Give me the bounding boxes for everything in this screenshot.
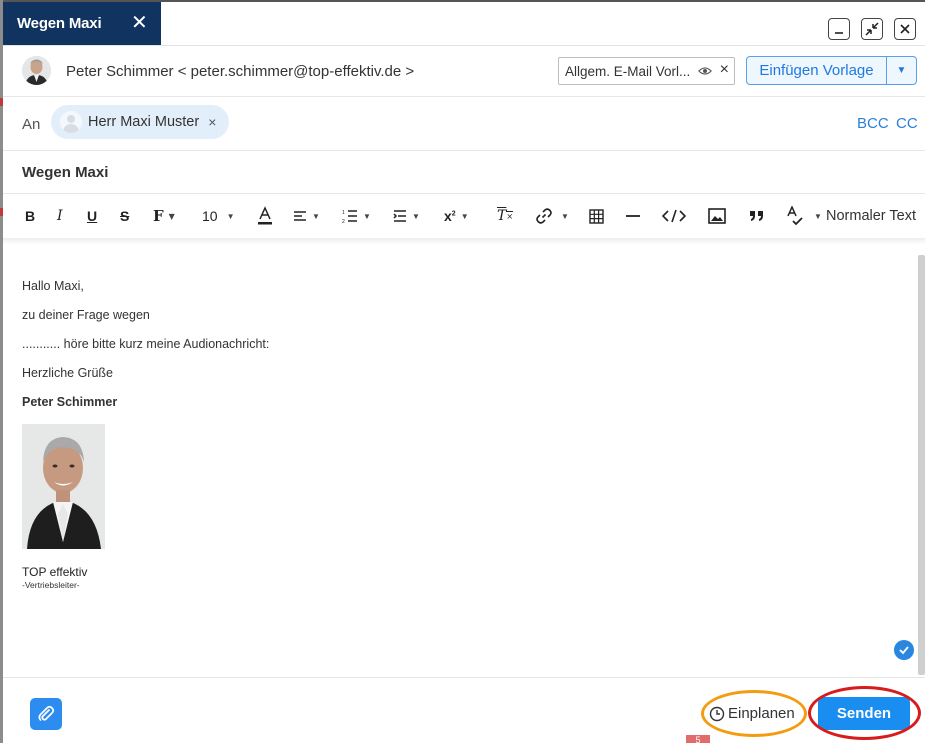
chevron-down-icon: ▼ — [814, 211, 822, 221]
signature-name[interactable]: Peter Schimmer — [22, 395, 117, 409]
tab-title: Wegen Maxi — [17, 15, 102, 32]
spellcheck-icon — [787, 206, 803, 226]
underline-icon[interactable]: U — [87, 206, 97, 226]
chevron-down-icon: ▼ — [412, 211, 420, 221]
preview-eye-icon[interactable] — [698, 64, 712, 78]
divider — [3, 45, 925, 46]
horizontal-rule-icon[interactable] — [625, 206, 641, 226]
paperclip-icon — [38, 705, 55, 721]
collapse-icon — [865, 22, 879, 36]
minimize-button[interactable] — [828, 18, 850, 40]
italic-icon[interactable]: I — [57, 206, 63, 226]
quote-icon[interactable] — [749, 206, 765, 226]
insert-template-button[interactable]: Einfügen Vorlage ▼ — [746, 56, 917, 85]
svg-text:1: 1 — [342, 210, 345, 216]
clear-template-icon[interactable]: × — [720, 61, 729, 79]
chevron-down-icon: ▼ — [168, 211, 175, 221]
background-app-marker — [0, 98, 3, 106]
chevron-down-icon: ▼ — [312, 211, 320, 221]
superscript-dropdown[interactable]: x2 ▼ — [444, 206, 469, 226]
scrollbar[interactable] — [918, 255, 925, 675]
toolbar-shadow — [3, 238, 925, 244]
superscript-icon: x2 — [444, 208, 456, 224]
link-icon — [536, 208, 552, 224]
editor-toolbar: B I U S F ▼ 10 ▼ ▼ 1 2 ▼ ▼ x2 ▼ T × ▼ ▼ Normal… — [3, 194, 925, 239]
font-family-dropdown[interactable]: F ▼ — [153, 206, 175, 226]
table-icon[interactable] — [589, 206, 604, 226]
tab-close-icon[interactable]: ✕ — [131, 13, 148, 33]
numbered-list-icon: 12 — [342, 210, 357, 223]
recipient-avatar-icon — [60, 111, 82, 133]
notification-badge: 5 — [686, 735, 710, 743]
text-color-icon[interactable] — [257, 206, 273, 226]
close-icon — [900, 24, 910, 34]
body-line[interactable]: ........... höre bitte kurz meine Audion… — [22, 337, 269, 351]
divider — [3, 150, 925, 151]
chevron-down-icon: ▼ — [460, 211, 469, 221]
body-line[interactable]: zu deiner Frage wegen — [22, 308, 150, 322]
subject-field[interactable]: Wegen Maxi — [22, 164, 108, 181]
recipient-name: Herr Maxi Muster — [88, 114, 200, 130]
signature-company: TOP effektiv — [22, 565, 88, 579]
strikethrough-icon[interactable]: S — [120, 206, 129, 226]
attach-button[interactable] — [30, 698, 62, 730]
font-size-dropdown[interactable]: 10 ▼ — [202, 206, 235, 226]
signature-role: -Vertriebsleiter- — [22, 580, 80, 590]
insert-template-label[interactable]: Einfügen Vorlage — [747, 57, 887, 84]
to-label: An — [22, 116, 41, 133]
text-style-dropdown[interactable]: Normaler Text — [826, 206, 916, 226]
template-select[interactable]: Allgem. E-Mail Vorl... × — [558, 57, 735, 85]
align-dropdown[interactable]: ▼ — [293, 206, 320, 226]
indent-dropdown[interactable]: ▼ — [393, 206, 420, 226]
annotation-circle-red — [808, 686, 921, 740]
template-selected-value: Allgem. E-Mail Vorl... — [565, 63, 691, 79]
link-dropdown[interactable]: ▼ — [535, 206, 569, 226]
body-closing[interactable]: Herzliche Grüße — [22, 366, 113, 380]
signature-photo — [22, 424, 105, 549]
svg-text:2: 2 — [342, 219, 345, 223]
recipient-chip[interactable]: Herr Maxi Muster × — [51, 105, 229, 139]
compose-tab[interactable]: Wegen Maxi ✕ — [3, 2, 161, 45]
restore-button[interactable] — [861, 18, 883, 40]
chevron-down-icon: ▼ — [226, 211, 235, 221]
font-size-value: 10 — [202, 208, 218, 224]
spellcheck-dropdown[interactable]: ▼ — [786, 206, 822, 226]
indent-icon — [393, 210, 406, 222]
bcc-link[interactable]: BCC — [857, 115, 889, 132]
chevron-down-icon: ▼ — [363, 211, 371, 221]
remove-recipient-icon[interactable]: × — [208, 114, 216, 130]
divider — [3, 96, 925, 97]
divider — [3, 677, 925, 678]
chevron-down-icon[interactable]: ▼ — [887, 57, 916, 84]
clear-format-icon[interactable]: T × — [497, 206, 513, 226]
body-greeting[interactable]: Hallo Maxi, — [22, 279, 84, 293]
close-window-button[interactable] — [894, 18, 916, 40]
background-app-edge — [0, 0, 3, 743]
sender-address[interactable]: Peter Schimmer < peter.schimmer@top-effe… — [66, 63, 414, 80]
annotation-circle-orange — [701, 690, 807, 737]
cc-link[interactable]: CC — [896, 115, 918, 132]
code-icon[interactable] — [662, 206, 686, 226]
numbered-list-dropdown[interactable]: 1 2 ▼ — [342, 206, 371, 226]
sender-avatar — [22, 56, 51, 85]
check-icon[interactable] — [894, 640, 914, 660]
font-family-icon: F — [153, 207, 164, 225]
image-icon[interactable] — [708, 206, 726, 226]
chevron-down-icon: ▼ — [561, 211, 569, 221]
bold-icon[interactable]: B — [25, 206, 35, 226]
minimize-icon — [835, 32, 843, 34]
align-icon — [294, 211, 306, 221]
